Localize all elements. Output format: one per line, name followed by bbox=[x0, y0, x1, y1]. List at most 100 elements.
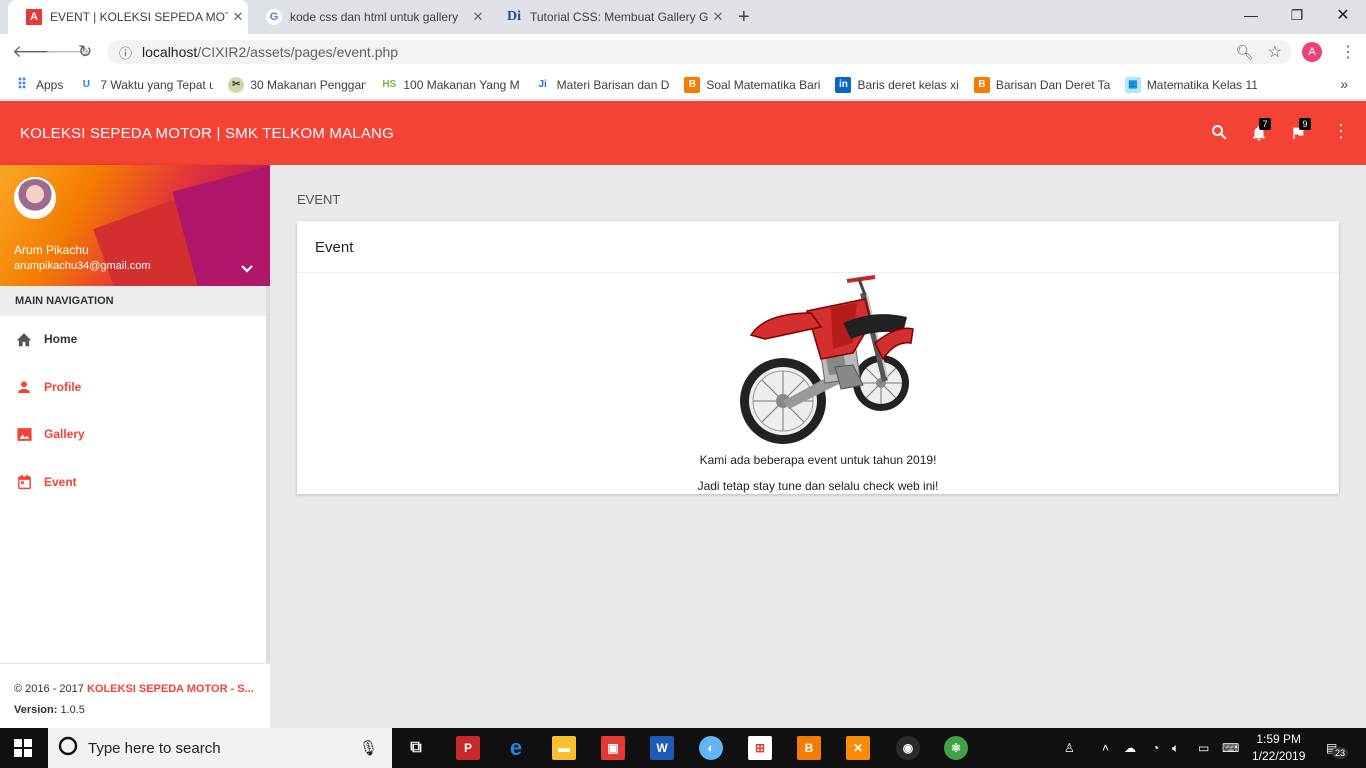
more-vert-icon[interactable]: ⋮ bbox=[1332, 121, 1350, 142]
volume-icon[interactable]: 🔈︎ bbox=[1172, 728, 1179, 768]
bookmark-favicon-icon: ▦ bbox=[1124, 76, 1141, 93]
clock-date: 1/22/2019 bbox=[1252, 749, 1306, 763]
nav-item-label: Profile bbox=[44, 380, 82, 394]
nav-item-label: Gallery bbox=[44, 427, 85, 441]
reload-icon[interactable]: ↻ bbox=[78, 42, 92, 62]
people-icon[interactable]: ♙ bbox=[1064, 728, 1075, 768]
windows-start-icon[interactable] bbox=[14, 739, 32, 762]
search-icon[interactable] bbox=[1210, 123, 1228, 146]
browser-menu-icon[interactable]: ⋮ bbox=[1340, 42, 1356, 62]
app-brand[interactable]: KOLEKSI SEPEDA MOTOR | SMK TELKOM MALANG bbox=[20, 125, 394, 142]
bookmark-item[interactable]: B Barisan Dan Deret Ta bbox=[973, 76, 1110, 93]
version-value: 1.0.5 bbox=[57, 704, 85, 716]
blogger-taskbar-icon[interactable]: B bbox=[797, 736, 821, 760]
close-tab-icon[interactable]: ✕ bbox=[468, 9, 488, 25]
left-sidebar: Arum Pikachu arumpikachu34@gmail.com MAI… bbox=[0, 165, 270, 728]
notifications-count-badge: 7 bbox=[1259, 118, 1271, 130]
chrome-icon[interactable]: ◉ bbox=[896, 736, 920, 760]
url-host: localhost bbox=[142, 44, 198, 60]
flags-count-badge: 9 bbox=[1299, 118, 1311, 130]
blogger-icon: B bbox=[684, 76, 701, 93]
motorcycle-image bbox=[725, 273, 915, 456]
profile-avatar-icon[interactable]: A bbox=[1302, 42, 1322, 62]
close-tab-icon[interactable]: ✕ bbox=[708, 9, 728, 25]
onedrive-icon[interactable]: ☁ bbox=[1124, 728, 1136, 768]
minimize-icon[interactable]: — bbox=[1228, 0, 1274, 30]
battery-icon[interactable]: ▭ bbox=[1198, 728, 1209, 768]
browser-tab-active[interactable]: A EVENT | KOLEKSI SEPEDA MOTOR ✕ bbox=[8, 0, 248, 34]
restore-icon[interactable]: ❐ bbox=[1274, 0, 1320, 30]
version-line: Version: 1.0.5 bbox=[14, 700, 270, 721]
google-icon: G bbox=[266, 9, 282, 25]
user-email: arumpikachu34@gmail.com bbox=[14, 260, 151, 272]
browser-tab-strip: A EVENT | KOLEKSI SEPEDA MOTOR ✕ G kode … bbox=[0, 0, 1366, 34]
di-favicon-icon: Di bbox=[507, 9, 521, 24]
zoom-icon[interactable]: 🔍︎ bbox=[1236, 44, 1254, 61]
close-tab-icon[interactable]: ✕ bbox=[228, 9, 248, 25]
main-content: EVENT Event Kami ada beberapa event untu… bbox=[270, 165, 1366, 728]
calendar-icon bbox=[14, 473, 34, 491]
taskbar-search-box[interactable]: Type here to search 🎙︎ bbox=[48, 728, 392, 768]
action-center-icon[interactable]: ▤ 23 bbox=[1326, 728, 1349, 768]
word-icon[interactable]: W bbox=[650, 736, 674, 760]
version-label: Version: bbox=[14, 704, 58, 716]
microphone-icon[interactable]: 🎙︎ bbox=[359, 739, 378, 757]
app-header: KOLEKSI SEPEDA MOTOR | SMK TELKOM MALANG… bbox=[0, 101, 1366, 165]
linkedin-icon: in bbox=[835, 76, 852, 93]
user-name: Arum Pikachu bbox=[14, 243, 89, 257]
keyboard-icon[interactable]: ⌨ bbox=[1222, 728, 1239, 768]
page-title: EVENT bbox=[297, 192, 341, 207]
info-icon[interactable]: ⓘ bbox=[119, 43, 132, 62]
wifi-icon[interactable]: ◔ bbox=[1152, 728, 1159, 768]
copyright-text: © 2016 - 2017 bbox=[14, 683, 87, 695]
event-text-line2: Jadi tetap stay tune dan selalu check we… bbox=[697, 479, 939, 493]
nav-item-home[interactable]: Home bbox=[0, 316, 266, 362]
close-window-icon[interactable]: ✕ bbox=[1320, 0, 1366, 30]
bookmark-item[interactable]: B Soal Matematika Bari bbox=[684, 76, 820, 93]
person-icon bbox=[14, 379, 34, 395]
app-icon-red[interactable]: P bbox=[456, 736, 480, 760]
url-path: /CIXIR2/assets/pages/event.php bbox=[197, 44, 399, 60]
bookmark-item[interactable]: ▦ Matematika Kelas 11 bbox=[1124, 76, 1257, 93]
bookmark-apps[interactable]: ⠿ Apps bbox=[14, 77, 64, 93]
ms-store-icon[interactable]: ⊞ bbox=[748, 736, 772, 760]
bookmarks-bar: ⠿ Apps U 7 Waktu yang Tepat u ✂ 30 Makan… bbox=[0, 70, 1366, 100]
blogger-icon: B bbox=[973, 76, 990, 93]
windows-taskbar: Type here to search 🎙︎ ⧉ P e ▬ ▣ W ◐ ⊞ B… bbox=[0, 728, 1366, 768]
new-tab-button[interactable]: + bbox=[738, 6, 750, 29]
tab-title: EVENT | KOLEKSI SEPEDA MOTOR bbox=[50, 10, 228, 24]
bookmark-item[interactable]: U 7 Waktu yang Tepat u bbox=[78, 76, 213, 93]
store-reader-icon[interactable]: ▣ bbox=[601, 736, 625, 760]
nav-item-event[interactable]: Event bbox=[0, 459, 266, 505]
event-card: Event Kami ada beberapa event untuk tahu… bbox=[297, 221, 1339, 494]
browser-tab[interactable]: G kode css dan html untuk gallery ✕ bbox=[248, 0, 488, 34]
xampp-icon[interactable]: ✕ bbox=[846, 736, 870, 760]
site-favicon-icon: A bbox=[26, 9, 42, 25]
bookmarks-overflow-button[interactable]: » bbox=[1340, 76, 1348, 92]
user-avatar[interactable] bbox=[14, 177, 56, 219]
bookmark-star-icon[interactable]: ☆ bbox=[1268, 42, 1282, 62]
file-explorer-icon[interactable]: ▬ bbox=[552, 736, 576, 760]
address-bar[interactable]: ⓘ localhost/CIXIR2/assets/pages/event.ph… bbox=[107, 40, 1292, 64]
browser-tab[interactable]: Di Tutorial CSS: Membuat Gallery G ✕ bbox=[488, 0, 728, 34]
notification-count-badge: 23 bbox=[1332, 747, 1349, 759]
user-menu-chevron-icon[interactable] bbox=[240, 261, 254, 277]
nav-item-profile[interactable]: Profile bbox=[0, 364, 266, 410]
system-clock[interactable]: 1:59 PM 1/22/2019 bbox=[1252, 731, 1305, 765]
bookmark-item[interactable]: Ji Materi Barisan dan D bbox=[534, 76, 669, 93]
bookmark-item[interactable]: HS 100 Makanan Yang M bbox=[381, 76, 520, 93]
atom-icon[interactable]: ⚛ bbox=[944, 736, 968, 760]
sidebar-footer: © 2016 - 2017 KOLEKSI SEPEDA MOTOR - S..… bbox=[0, 663, 270, 728]
nav-item-gallery[interactable]: Gallery bbox=[0, 411, 266, 457]
edge-icon[interactable]: e bbox=[504, 735, 528, 760]
app-icon-blue[interactable]: ◐ bbox=[699, 736, 723, 760]
task-view-icon[interactable]: ⧉ bbox=[404, 736, 428, 760]
bookmark-item[interactable]: ✂ 30 Makanan Penggan bbox=[228, 76, 366, 93]
nav-item-label: Event bbox=[44, 475, 77, 489]
flag-icon[interactable]: 9 bbox=[1290, 118, 1311, 148]
notifications-icon[interactable]: 7 bbox=[1250, 118, 1271, 148]
tab-title: kode css dan html untuk gallery bbox=[290, 10, 459, 24]
bookmark-item[interactable]: in Baris deret kelas xi bbox=[835, 76, 959, 93]
tray-chevron-icon[interactable]: ˄ bbox=[1102, 728, 1109, 768]
copyright-brand-link[interactable]: KOLEKSI SEPEDA MOTOR - S... bbox=[87, 683, 254, 695]
